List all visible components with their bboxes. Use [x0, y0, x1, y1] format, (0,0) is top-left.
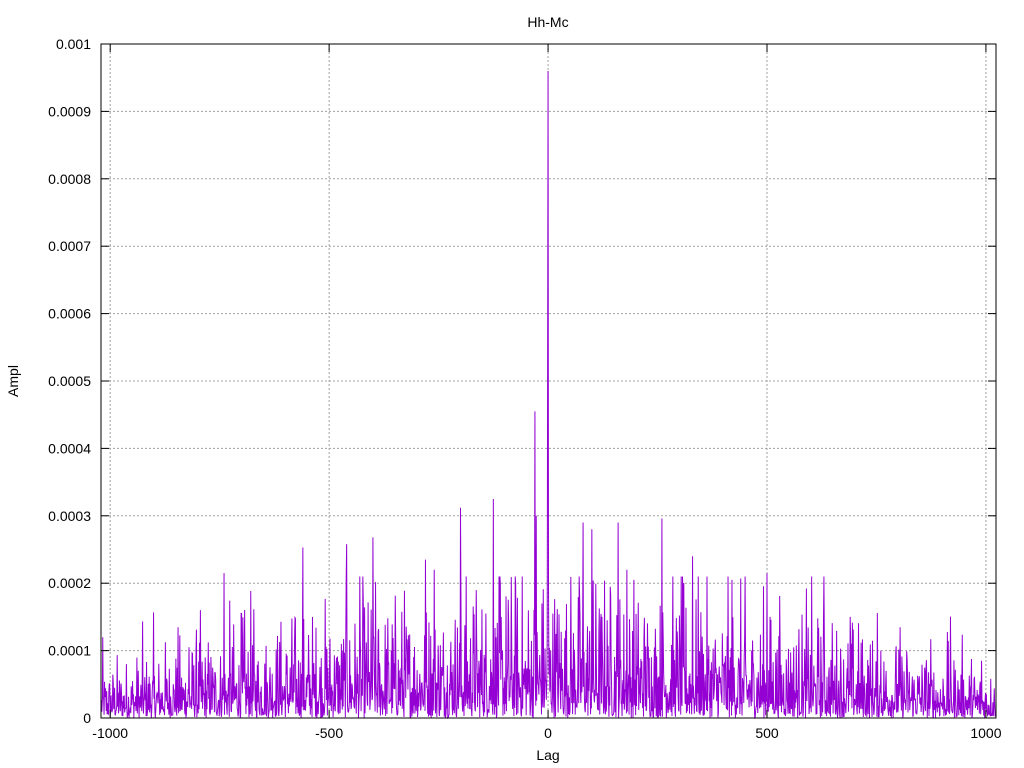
chart: 0 0.0001 0.0002 0.0003 0.0004 0.0005 0.0006 0.0…	[5, 14, 1002, 763]
y-tick-label: 0.0001	[48, 643, 91, 659]
y-axis-label: Ampl	[5, 365, 21, 397]
series-line	[100, 70, 996, 720]
y-tick-label: 0.0005	[48, 373, 91, 389]
x-tick-label: -1000	[92, 725, 128, 741]
y-tick-label: 0.0006	[48, 306, 91, 322]
x-tick-label: 500	[755, 725, 779, 741]
series-hh-mc	[100, 70, 996, 720]
y-tick-label: 0.0007	[48, 238, 91, 254]
y-tick-label: 0	[83, 710, 91, 726]
y-tick-label: 0.0002	[48, 575, 91, 591]
chart-title: Hh-Mc	[527, 14, 568, 30]
y-tick-label: 0.0003	[48, 508, 91, 524]
y-tick-label: 0.0008	[48, 171, 91, 187]
x-axis-label: Lag	[536, 747, 559, 763]
y-tick-label: 0.001	[56, 36, 91, 52]
y-tick-label: 0.0004	[48, 440, 91, 456]
y-tick-label: 0.0009	[48, 103, 91, 119]
x-tick-label: -500	[315, 725, 343, 741]
x-tick-label: 0	[544, 725, 552, 741]
x-tick-label: 1000	[970, 725, 1001, 741]
